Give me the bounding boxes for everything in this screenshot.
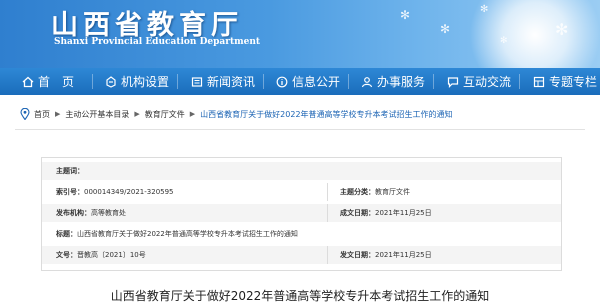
nav-item-label: 互动交流 — [463, 75, 512, 89]
breadcrumb-separator-icon: ▶ — [189, 110, 196, 118]
breadcrumb-catalog-link[interactable]: 主动公开基本目录 — [65, 109, 129, 120]
publisher-value: 高等教育处 — [91, 209, 126, 217]
nav-item-label: 新闻资讯 — [207, 75, 256, 89]
chat-icon — [447, 76, 459, 88]
doc-number-value: 晋教高〔2021〕10号 — [77, 251, 146, 259]
nav-item-label: 办事服务 — [377, 75, 426, 89]
publisher-label: 发布机构： — [56, 209, 91, 217]
breadcrumb-docs-link[interactable]: 教育厅文件 — [145, 109, 185, 120]
news-icon — [191, 76, 203, 88]
main-nav: 首 页 机构设置 新闻资讯 信息公开 办事服务 互动交流 专题专栏 — [0, 68, 600, 95]
cell-divider — [327, 183, 328, 201]
breadcrumb-separator-icon: ▶ — [134, 110, 140, 118]
breadcrumb-separator-icon: ▶ — [55, 110, 61, 118]
breadcrumb: 首页 ▶ 主动公开基本目录 ▶ 教育厅文件 ▶ 山西省教育厅关于做好2022年普… — [20, 107, 580, 121]
dandelion-seed-icon: ✻ — [480, 4, 489, 15]
nav-item-label: 信息公开 — [292, 75, 341, 89]
org-icon — [105, 75, 117, 88]
nav-item-topics[interactable]: 专题专栏 — [533, 68, 597, 95]
metadata-row-topic: 主题词： — [42, 162, 561, 180]
home-icon — [22, 76, 34, 88]
doc-number-label: 文号： — [56, 251, 77, 259]
breadcrumb-home-link[interactable]: 首页 — [34, 109, 50, 120]
nav-divider — [92, 74, 93, 89]
topic-icon — [533, 76, 545, 88]
article-title: 山西省教育厅关于做好2022年普通高等学校专升本考试招生工作的通知 — [110, 289, 490, 303]
nav-divider — [519, 74, 520, 89]
nav-divider — [433, 74, 434, 89]
dandelion-seed-icon: ✻ — [440, 22, 451, 36]
nav-item-home[interactable]: 首 页 — [22, 68, 74, 95]
nav-item-label: 机构设置 — [121, 75, 170, 89]
nav-item-interaction[interactable]: 互动交流 — [447, 68, 511, 95]
metadata-row: 索引号： 000014349/2021-320595 主题分类： 教育厅文件 — [42, 183, 561, 201]
published-date-label: 发文日期： — [340, 251, 375, 259]
category-value: 教育厅文件 — [375, 188, 410, 196]
breadcrumb-current-page[interactable]: 山西省教育厅关于做好2022年普通高等学校专升本考试招生工作的通知 — [200, 109, 452, 120]
title-label: 标题： — [56, 230, 77, 238]
header-banner: ✻ ✻ ✻ ✻ ✻ 山西省教育厅 Shanxi Provincial Educa… — [0, 0, 600, 68]
document-metadata-table: 主题词： 索引号： 000014349/2021-320595 主题分类： 教育… — [41, 157, 562, 271]
dandelion-seed-icon: ✻ — [400, 8, 411, 22]
metadata-row: 发布机构： 高等教育处 成文日期： 2021年11月25日 — [42, 204, 561, 222]
cell-divider — [327, 204, 328, 222]
metadata-row-title: 标题： 山西省教育厅关于做好2022年普通高等学校专升本考试招生工作的通知 — [42, 225, 561, 243]
dandelion-seed-icon: ✻ — [500, 36, 508, 46]
site-logo-subtitle: Shanxi Provincial Education Department — [54, 37, 261, 47]
nav-item-label: 首 页 — [38, 75, 75, 89]
topic-label: 主题词： — [56, 167, 84, 175]
dandelion-seed-icon: ✻ — [555, 20, 569, 39]
nav-item-label: 专题专栏 — [549, 75, 598, 89]
index-number-label: 索引号： — [56, 188, 84, 196]
index-number-value: 000014349/2021-320595 — [84, 188, 174, 196]
created-date-value: 2021年11月25日 — [375, 209, 432, 217]
nav-item-news[interactable]: 新闻资讯 — [191, 68, 255, 95]
title-value: 山西省教育厅关于做好2022年普通高等学校专升本考试招生工作的通知 — [77, 230, 298, 238]
nav-item-info[interactable]: 信息公开 — [276, 68, 340, 95]
location-pin-icon — [20, 108, 30, 120]
info-icon — [276, 76, 288, 88]
nav-item-service[interactable]: 办事服务 — [361, 68, 425, 95]
cell-divider — [327, 246, 328, 264]
service-icon — [361, 76, 373, 88]
nav-divider — [348, 74, 349, 89]
divider — [15, 129, 585, 130]
nav-divider — [177, 74, 178, 89]
category-label: 主题分类： — [340, 188, 375, 196]
created-date-label: 成文日期： — [340, 209, 375, 217]
published-date-value: 2021年11月25日 — [375, 251, 432, 259]
nav-item-org[interactable]: 机构设置 — [105, 68, 169, 95]
metadata-row: 文号： 晋教高〔2021〕10号 发文日期： 2021年11月25日 — [42, 246, 561, 264]
nav-divider — [263, 74, 264, 89]
